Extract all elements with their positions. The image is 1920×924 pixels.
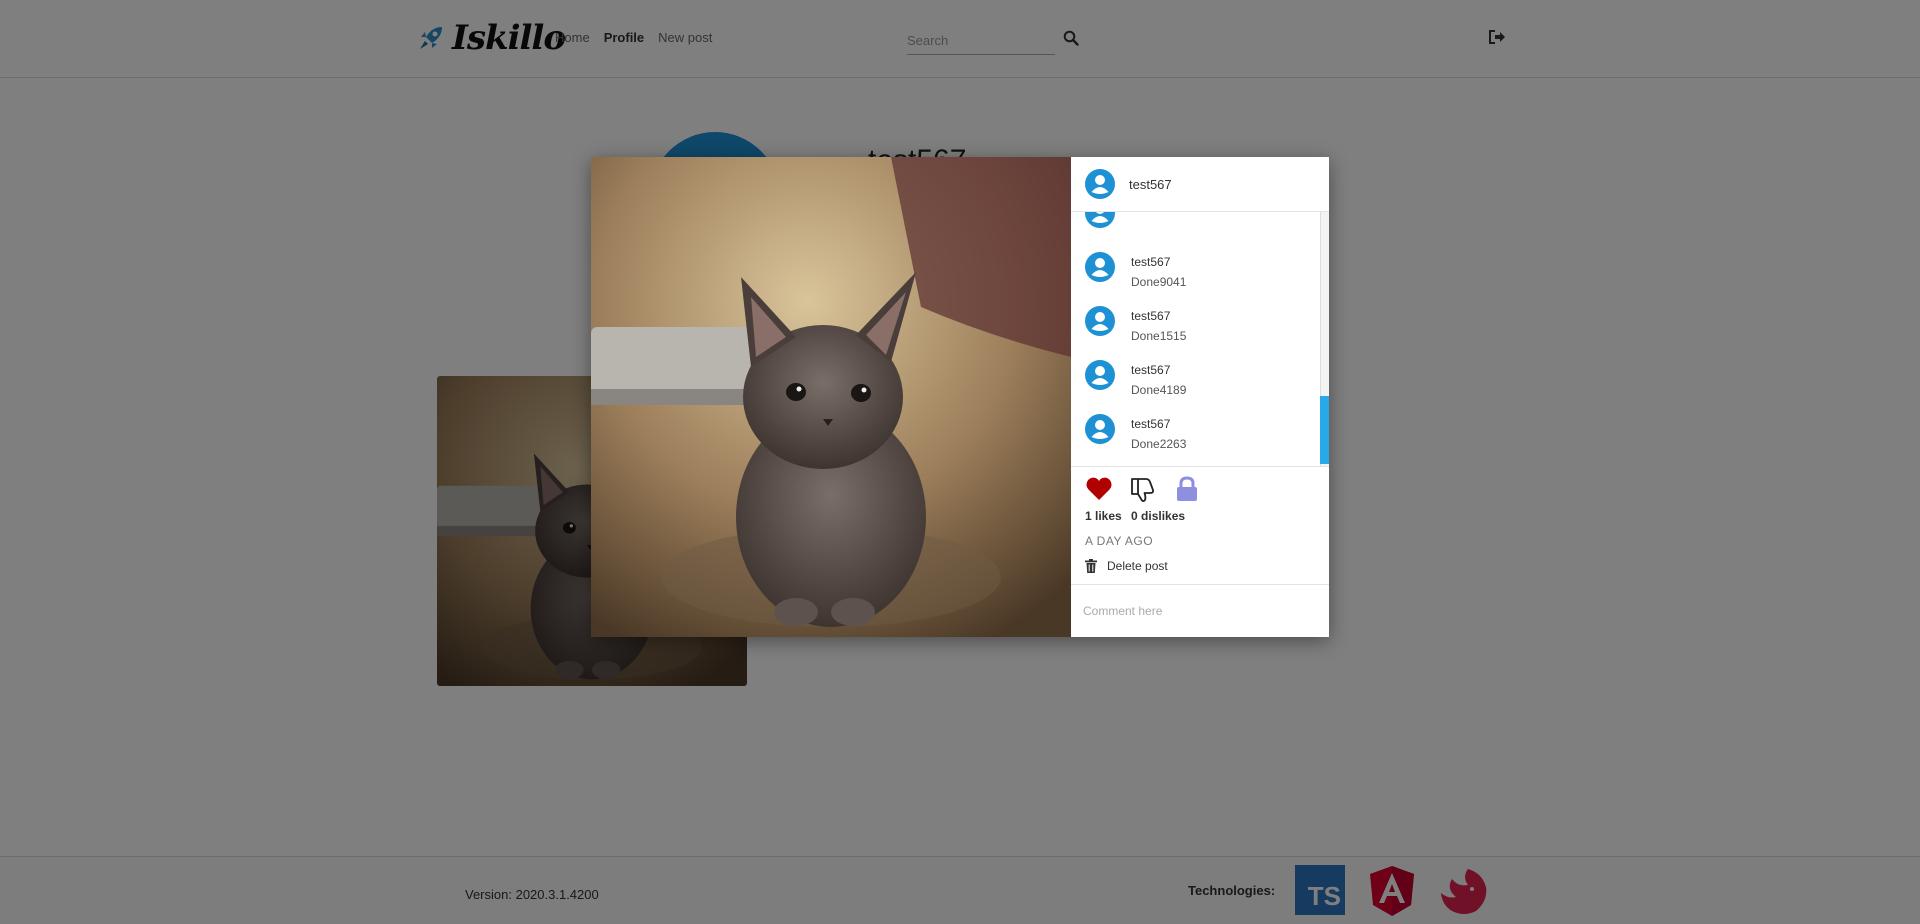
trash-icon	[1085, 559, 1097, 573]
post-modal: test567 test test567 Done9041 t	[591, 157, 1329, 637]
post-author-header: test567	[1071, 157, 1329, 212]
comment-author: test567	[1131, 309, 1171, 323]
reaction-counts: 1 likes 0 dislikes	[1085, 509, 1185, 523]
user-circle-icon	[1085, 306, 1115, 336]
comment-item: test567 Done2263	[1085, 414, 1186, 454]
comments-scrollbar[interactable]	[1320, 212, 1329, 466]
comment-text: Done2263	[1131, 437, 1187, 451]
comment-text: Done1515	[1131, 329, 1187, 343]
post-details-panel: test567 test test567 Done9041 t	[1071, 157, 1329, 637]
post-timestamp: A DAY AGO	[1085, 534, 1154, 548]
delete-post-button[interactable]: Delete post	[1085, 559, 1168, 573]
comment-text: Done9041	[1131, 275, 1187, 289]
comment-text: Done4189	[1131, 383, 1187, 397]
lock-icon[interactable]	[1173, 475, 1201, 503]
heart-icon[interactable]	[1085, 475, 1113, 503]
likes-count: 1 likes	[1085, 509, 1122, 523]
user-circle-icon	[1085, 212, 1115, 228]
user-circle-icon	[1085, 414, 1115, 444]
comment-author: test567	[1131, 417, 1171, 431]
comments-scrollbar-thumb[interactable]	[1320, 396, 1329, 464]
post-image	[591, 157, 1071, 637]
dislikes-count: 0 dislikes	[1131, 509, 1186, 523]
comment-item: test567 Done4189	[1085, 360, 1186, 400]
comment-input[interactable]	[1071, 585, 1329, 637]
post-author-name[interactable]: test567	[1129, 177, 1172, 192]
comment-item: test567 Done1515	[1085, 306, 1186, 346]
comment-item: test	[1085, 212, 1150, 228]
comment-author: test567	[1131, 363, 1171, 377]
post-actions	[1085, 475, 1201, 503]
user-circle-icon	[1085, 360, 1115, 390]
comment-text: test	[1131, 212, 1150, 218]
comment-item: test567 Done9041	[1085, 252, 1186, 292]
user-circle-icon	[1085, 169, 1115, 199]
comment-author: test567	[1131, 255, 1171, 269]
delete-post-label: Delete post	[1107, 559, 1168, 573]
comments-list[interactable]: test test567 Done9041 test567 Done1515	[1071, 212, 1329, 467]
thumbs-down-icon[interactable]	[1129, 475, 1157, 503]
kitten-photo	[591, 157, 1071, 637]
comment-input-area	[1071, 584, 1329, 637]
user-circle-icon	[1085, 252, 1115, 282]
